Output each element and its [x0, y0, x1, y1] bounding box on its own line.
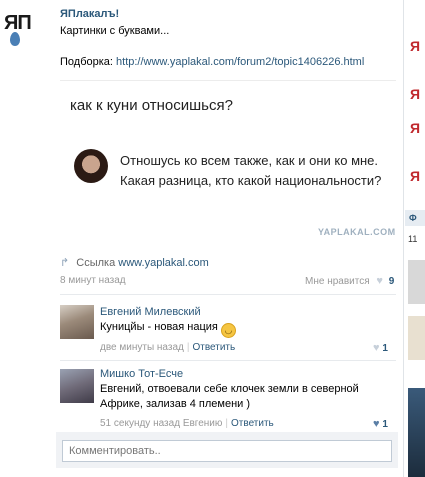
image-answer-line-2: Какая разница, кто какой национальности?	[120, 173, 382, 188]
drop-icon	[10, 32, 20, 46]
divider	[60, 294, 396, 295]
like-count: 9	[388, 276, 395, 287]
comment-text: Евгений, отвоевали себе клочек земли в с…	[100, 382, 390, 412]
heart-icon: ♥	[373, 418, 380, 430]
comment-author[interactable]: Мишко Тот-Есче	[100, 368, 183, 380]
right-count: 11	[408, 234, 418, 244]
image-question-text: как к куни относишься?	[70, 97, 233, 114]
like-button[interactable]: Мне нравится ♥ 9	[305, 275, 394, 287]
right-photo[interactable]	[408, 260, 425, 304]
comment-author[interactable]: Евгений Милевский	[100, 306, 201, 318]
comment-like-count: 1	[382, 419, 388, 430]
comment-like-button[interactable]: ♥ 1	[373, 418, 388, 430]
separator: |	[186, 342, 190, 353]
avatar[interactable]	[60, 305, 94, 339]
comment-meta: 51 секунду назад Евгению | Ответить	[100, 418, 274, 429]
comment-text-line-1: Евгений, отвоевали себе клочек земли в с…	[100, 383, 359, 395]
comment-time[interactable]: две минуты назад	[100, 342, 184, 353]
divider	[60, 360, 396, 361]
image-avatar-photo	[74, 149, 108, 183]
avatar[interactable]	[60, 369, 94, 403]
image-watermark: YAPLAKAL.COM	[318, 227, 396, 237]
share-row: ↱ Ссылка www.yaplakal.com	[60, 256, 209, 269]
separator: |	[225, 418, 229, 429]
right-photo[interactable]	[408, 388, 425, 477]
group-avatar[interactable]: ЯП	[2, 10, 46, 54]
right-column: Я Я Я Я Ф 11	[403, 0, 425, 477]
comment-time[interactable]: 51 секунду назад Евгению	[100, 418, 222, 429]
heart-icon: ♥	[376, 275, 383, 287]
reply-button[interactable]: Ответить	[192, 342, 235, 353]
post-text: Картинки с буквами...	[60, 25, 170, 37]
red-mark-icon: Я	[410, 168, 421, 184]
red-mark-icon: Я	[410, 120, 421, 136]
source-prefix: Подборка:	[60, 56, 113, 68]
comment-meta: две минуты назад | Ответить	[100, 342, 235, 353]
share-domain-link[interactable]: www.yaplakal.com	[118, 257, 208, 269]
yaplakal-logo: ЯП	[4, 12, 32, 34]
reply-button[interactable]: Ответить	[231, 418, 274, 429]
post-time[interactable]: 8 минут назад	[60, 275, 126, 286]
comment-input[interactable]: Комментировать..	[62, 440, 392, 462]
comment-like-button[interactable]: ♥ 1	[373, 342, 388, 354]
share-arrow-icon: ↱	[60, 257, 70, 269]
post-image[interactable]: как к куни относишься? Отношусь ко всем …	[60, 80, 396, 245]
heart-icon: ♥	[373, 342, 380, 354]
smiley-icon: ◡	[220, 323, 236, 338]
right-tab[interactable]: Ф	[405, 210, 425, 226]
group-name-link[interactable]: ЯПлакалъ!	[60, 8, 119, 20]
share-label: Ссылка	[76, 257, 116, 269]
right-tab-label: Ф	[409, 213, 417, 223]
right-photo[interactable]	[408, 316, 425, 360]
like-label: Мне нравится	[305, 276, 370, 287]
comment-text-content: Куницйы - новая нация	[100, 321, 218, 333]
post-source: Подборка: http://www.yaplakal.com/forum2…	[60, 56, 364, 68]
comment-text-line-2: Африке, зализав 4 племени )	[100, 398, 251, 410]
source-link[interactable]: http://www.yaplakal.com/forum2/topic1406…	[116, 56, 364, 68]
red-mark-icon: Я	[410, 38, 421, 54]
red-mark-icon: Я	[410, 86, 421, 102]
comment-text: Куницйы - новая нация ◡	[100, 320, 390, 338]
image-answer-line-1: Отношусь ко всем также, как и они ко мне…	[120, 153, 379, 168]
comment-like-count: 1	[382, 343, 388, 354]
